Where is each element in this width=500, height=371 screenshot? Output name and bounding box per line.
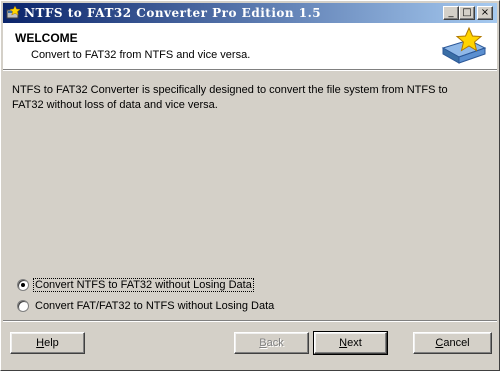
radio-button-fat32-to-ntfs[interactable] bbox=[17, 300, 29, 312]
back-button-accel: B bbox=[259, 337, 267, 349]
maximize-button[interactable]: □ bbox=[459, 6, 475, 20]
cancel-button[interactable]: Cancel bbox=[413, 332, 492, 354]
next-button-label: ext bbox=[347, 337, 362, 349]
close-button[interactable]: × bbox=[477, 6, 493, 20]
minimize-icon: _ bbox=[448, 7, 454, 18]
maximize-icon: □ bbox=[462, 7, 472, 18]
title-bar[interactable]: NTFS to FAT32 Converter Pro Edition 1.5 … bbox=[3, 3, 497, 23]
next-button-accel: N bbox=[339, 337, 348, 349]
header-divider-highlight bbox=[3, 70, 497, 71]
description-text: NTFS to FAT32 Converter is specifically … bbox=[12, 84, 448, 111]
option-label-ntfs-to-fat32[interactable]: Convert NTFS to FAT32 without Losing Dat… bbox=[33, 278, 254, 292]
radio-selected-dot bbox=[21, 283, 25, 287]
cancel-button-label: ancel bbox=[443, 337, 470, 349]
help-button-label: elp bbox=[44, 337, 59, 349]
help-button-accel: H bbox=[36, 337, 45, 349]
close-icon: × bbox=[480, 7, 490, 18]
wizard-window: NTFS to FAT32 Converter Pro Edition 1.5 … bbox=[0, 0, 500, 371]
back-button[interactable]: Back bbox=[234, 332, 309, 354]
option-fat32-to-ntfs[interactable]: Convert FAT/FAT32 to NTFS without Losing… bbox=[17, 298, 275, 314]
back-button-label: ack bbox=[266, 337, 284, 349]
option-label-fat32-to-ntfs[interactable]: Convert FAT/FAT32 to NTFS without Losing… bbox=[34, 300, 275, 312]
page-subtitle: Convert to FAT32 from NTFS and vice vers… bbox=[31, 49, 251, 61]
wizard-header: WELCOME Convert to FAT32 from NTFS and v… bbox=[3, 23, 497, 69]
page-title: WELCOME bbox=[15, 31, 78, 45]
app-icon bbox=[6, 6, 20, 19]
radio-button-ntfs-to-fat32[interactable] bbox=[17, 279, 29, 291]
window-title: NTFS to FAT32 Converter Pro Edition 1.5 bbox=[24, 6, 322, 20]
drive-star-icon bbox=[441, 26, 487, 64]
next-button[interactable]: Next bbox=[313, 331, 388, 355]
footer-divider-highlight bbox=[3, 321, 497, 322]
minimize-button[interactable]: _ bbox=[443, 6, 459, 20]
option-ntfs-to-fat32[interactable]: Convert NTFS to FAT32 without Losing Dat… bbox=[17, 277, 254, 293]
help-button[interactable]: Help bbox=[10, 332, 85, 354]
